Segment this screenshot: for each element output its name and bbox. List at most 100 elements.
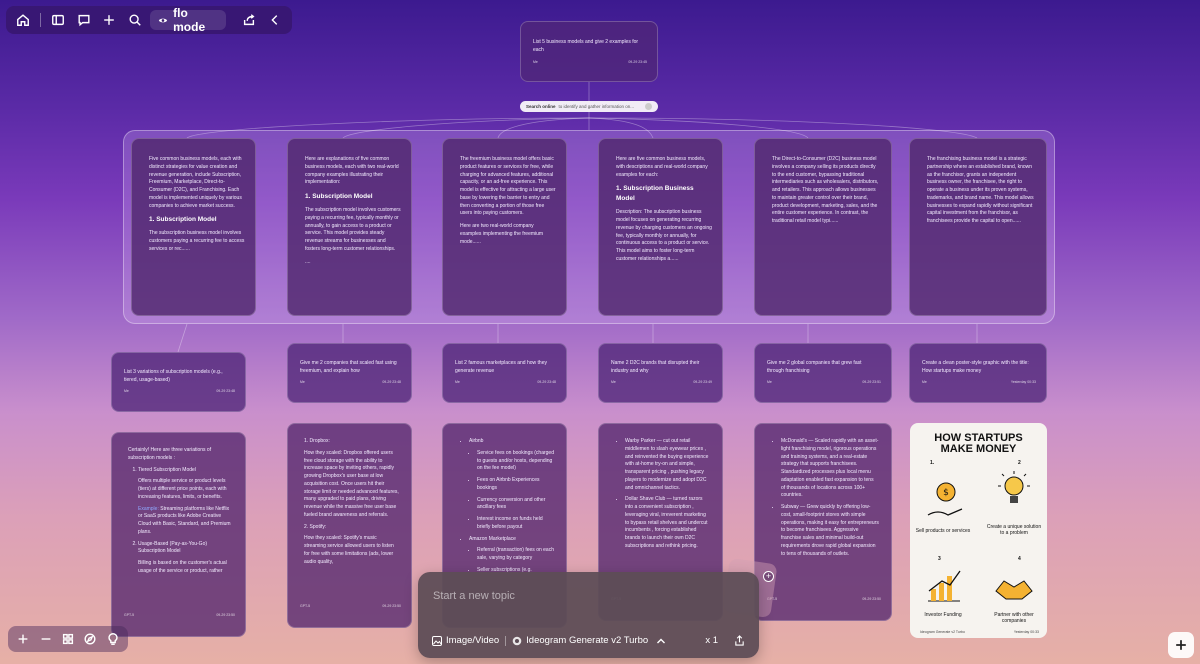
flo-mode-button[interactable]: flo mode	[150, 6, 227, 34]
answer-4-bullet-1: Warby Parker — cut out retail middlemen …	[625, 438, 710, 492]
followup-2-author: Me	[300, 379, 305, 384]
answer-3-bullet-4: Interest income on funds held briefly be…	[477, 516, 554, 532]
composer-divider	[505, 635, 507, 646]
zoom-in-icon[interactable]	[12, 627, 34, 651]
response-1-body: The subscription business model involves…	[149, 230, 245, 252]
sidebar-icon[interactable]	[47, 8, 69, 32]
followup-card-4[interactable]: Name 2 D2C brands that disrupted their i…	[598, 343, 723, 403]
followup-4-text: Name 2 D2C brands that disrupted their i…	[611, 360, 700, 374]
handshake-icon	[995, 580, 1033, 600]
answer-1-item-1: Tiered Subscription Model Offers multipl…	[138, 467, 233, 537]
flo-mode-label: flo mode	[173, 6, 206, 34]
compass-icon[interactable]	[79, 627, 101, 651]
followup-card-1[interactable]: List 3 variations of subscription models…	[111, 352, 246, 412]
answer-2-meta: GPT-5 09-29 23:50	[300, 604, 401, 609]
answer-card-1[interactable]: Certainly! Here are three variations of …	[111, 432, 246, 637]
coins-hand-icon: $	[927, 482, 963, 516]
poster-caption-3: Investor Funding	[924, 612, 962, 618]
generation-count[interactable]: x 1	[705, 635, 718, 646]
answer-1-intro: Certainly! Here are three variations of …	[128, 447, 212, 461]
chevron-up-icon	[657, 638, 666, 643]
image-video-button[interactable]: Image/Video	[432, 635, 499, 646]
model-selector[interactable]: Ideogram Generate v2 Turbo	[512, 635, 666, 646]
response-5-intro: The Direct-to-Consumer (D2C) business mo…	[772, 156, 879, 224]
followup-3-text: List 2 famous marketplaces and how they …	[455, 360, 547, 374]
toolbar-divider	[39, 13, 41, 27]
poster-model: Ideogram Generate v2 Turbo	[920, 630, 965, 634]
composer-controls: Image/Video Ideogram Generate v2 Turbo x…	[432, 635, 745, 646]
add-plus-icon	[1176, 640, 1186, 650]
followup-5-author: Me	[767, 379, 772, 384]
answer-3-bullet-5: Referral (transaction) fees on each sale…	[477, 547, 554, 563]
pill-close-icon[interactable]	[645, 103, 652, 110]
root-author: Me	[533, 59, 538, 64]
new-topic-composer[interactable]: Start a new topic Image/Video Ideogram G…	[418, 572, 759, 658]
answer-2-p4: How they scaled: Spotify's music streami…	[304, 535, 394, 565]
search-online-text: to identify and gather information on...	[558, 104, 635, 109]
chat-icon[interactable]	[73, 8, 95, 32]
answer-3-heading-2: Amazon Marketplace	[469, 536, 554, 544]
upload-icon[interactable]	[734, 635, 745, 646]
share-icon[interactable]	[238, 8, 260, 32]
response-2-body: The subscription model involves customer…	[305, 207, 401, 252]
followup-1-meta: Me 09-29 23:48	[124, 389, 235, 394]
answer-1-item-1-title: Tiered Subscription Model	[138, 466, 196, 473]
root-question-card[interactable]: List 5 business models and give 2 exampl…	[520, 21, 658, 82]
response-4-heading: 1. Subscription Business Model	[616, 185, 694, 203]
followup-1-time: 09-29 23:48	[216, 388, 235, 393]
generated-poster-card[interactable]: HOW STARTUPS MAKE MONEY 1. 2 3 4 $ Sell p…	[910, 423, 1047, 638]
grid-layout-icon[interactable]	[57, 627, 79, 651]
add-button[interactable]	[1168, 632, 1194, 658]
response-3-intro: The freemium business model offers basic…	[460, 156, 556, 217]
model-label: Ideogram Generate v2 Turbo	[526, 635, 649, 646]
followup-3-time: 09-29 23:48	[537, 379, 556, 384]
answer-1-item-2: Usage-Based (Pay-as-You-Go) Subscription…	[138, 541, 233, 576]
answer-1-item-1-example: Example: Streaming platforms like Netfli…	[138, 506, 233, 537]
answer-5-bullet-2: Subway — Grew quickly by offering low-co…	[781, 504, 879, 558]
answer-1-item-2-title: Usage-Based (Pay-as-You-Go) Subscription…	[138, 540, 208, 555]
response-card-1[interactable]: Five common business models, each with d…	[131, 138, 256, 316]
flo-mode-icon	[159, 18, 168, 22]
answer-5-time: 09-29 23:50	[862, 596, 881, 601]
followup-5-meta: Me 09-29 23:51	[767, 380, 881, 385]
image-icon	[432, 635, 442, 646]
add-node-plus-icon[interactable]: +	[763, 571, 774, 582]
lightbulb-icon	[998, 471, 1030, 503]
response-card-3[interactable]: The freemium business model offers basic…	[442, 138, 567, 316]
followup-4-author: Me	[611, 379, 616, 384]
answer-card-2[interactable]: 1. Dropbox: How they scaled: Dropbox off…	[287, 423, 412, 628]
followup-card-5[interactable]: Give me 2 global companies that grew fas…	[754, 343, 892, 403]
response-2-intro: Here are explanations of five common bus…	[305, 156, 399, 186]
answer-card-5[interactable]: McDonald's — Scaled rapidly with an asse…	[754, 423, 892, 621]
followup-6-time: Yesterday 00:33	[1010, 379, 1036, 384]
followup-card-3[interactable]: List 2 famous marketplaces and how they …	[442, 343, 567, 403]
answer-1-item-2-body: Billing is based on the customer's actua…	[138, 560, 227, 574]
response-card-6[interactable]: The franchising business model is a stra…	[909, 138, 1047, 316]
answer-1-time: 09-29 23:50	[216, 612, 235, 617]
response-card-5[interactable]: The Direct-to-Consumer (D2C) business mo…	[754, 138, 892, 316]
zoom-out-icon[interactable]	[34, 627, 56, 651]
example-label: Example:	[138, 505, 159, 512]
search-online-bold: Search online	[526, 104, 556, 109]
search-icon[interactable]	[124, 8, 146, 32]
answer-1-meta: GPT-5 09-29 23:50	[124, 613, 235, 618]
poster-caption-4: Partner with other companies	[994, 612, 1034, 624]
response-card-2[interactable]: Here are explanations of five common bus…	[287, 138, 412, 316]
poster-caption-1: Sell products or services	[915, 528, 971, 534]
top-toolbar: flo mode	[6, 6, 292, 34]
followup-2-meta: Me 09-29 23:48	[300, 380, 401, 385]
followup-6-author: Me	[922, 379, 927, 384]
composer-placeholder[interactable]: Start a new topic	[433, 590, 515, 602]
answer-2-model: GPT-5	[300, 603, 311, 608]
response-card-4[interactable]: Here are five common business models, wi…	[598, 138, 723, 316]
followup-4-meta: Me 09-29 23:49	[611, 380, 712, 385]
followup-card-6[interactable]: Create a clean poster-style graphic with…	[909, 343, 1047, 403]
plus-icon[interactable]	[98, 8, 120, 32]
back-icon[interactable]	[264, 8, 286, 32]
search-online-pill[interactable]: Search online to identify and gather inf…	[520, 101, 658, 112]
lightbulb-icon[interactable]	[102, 627, 124, 651]
answer-5-meta: GPT-5 09-29 23:50	[767, 597, 881, 602]
answer-3-bullet-2: Fees on Airbnb Experiences bookings	[477, 477, 554, 493]
followup-card-2[interactable]: Give me 2 companies that scaled fast usi…	[287, 343, 412, 403]
home-icon[interactable]	[12, 8, 34, 32]
